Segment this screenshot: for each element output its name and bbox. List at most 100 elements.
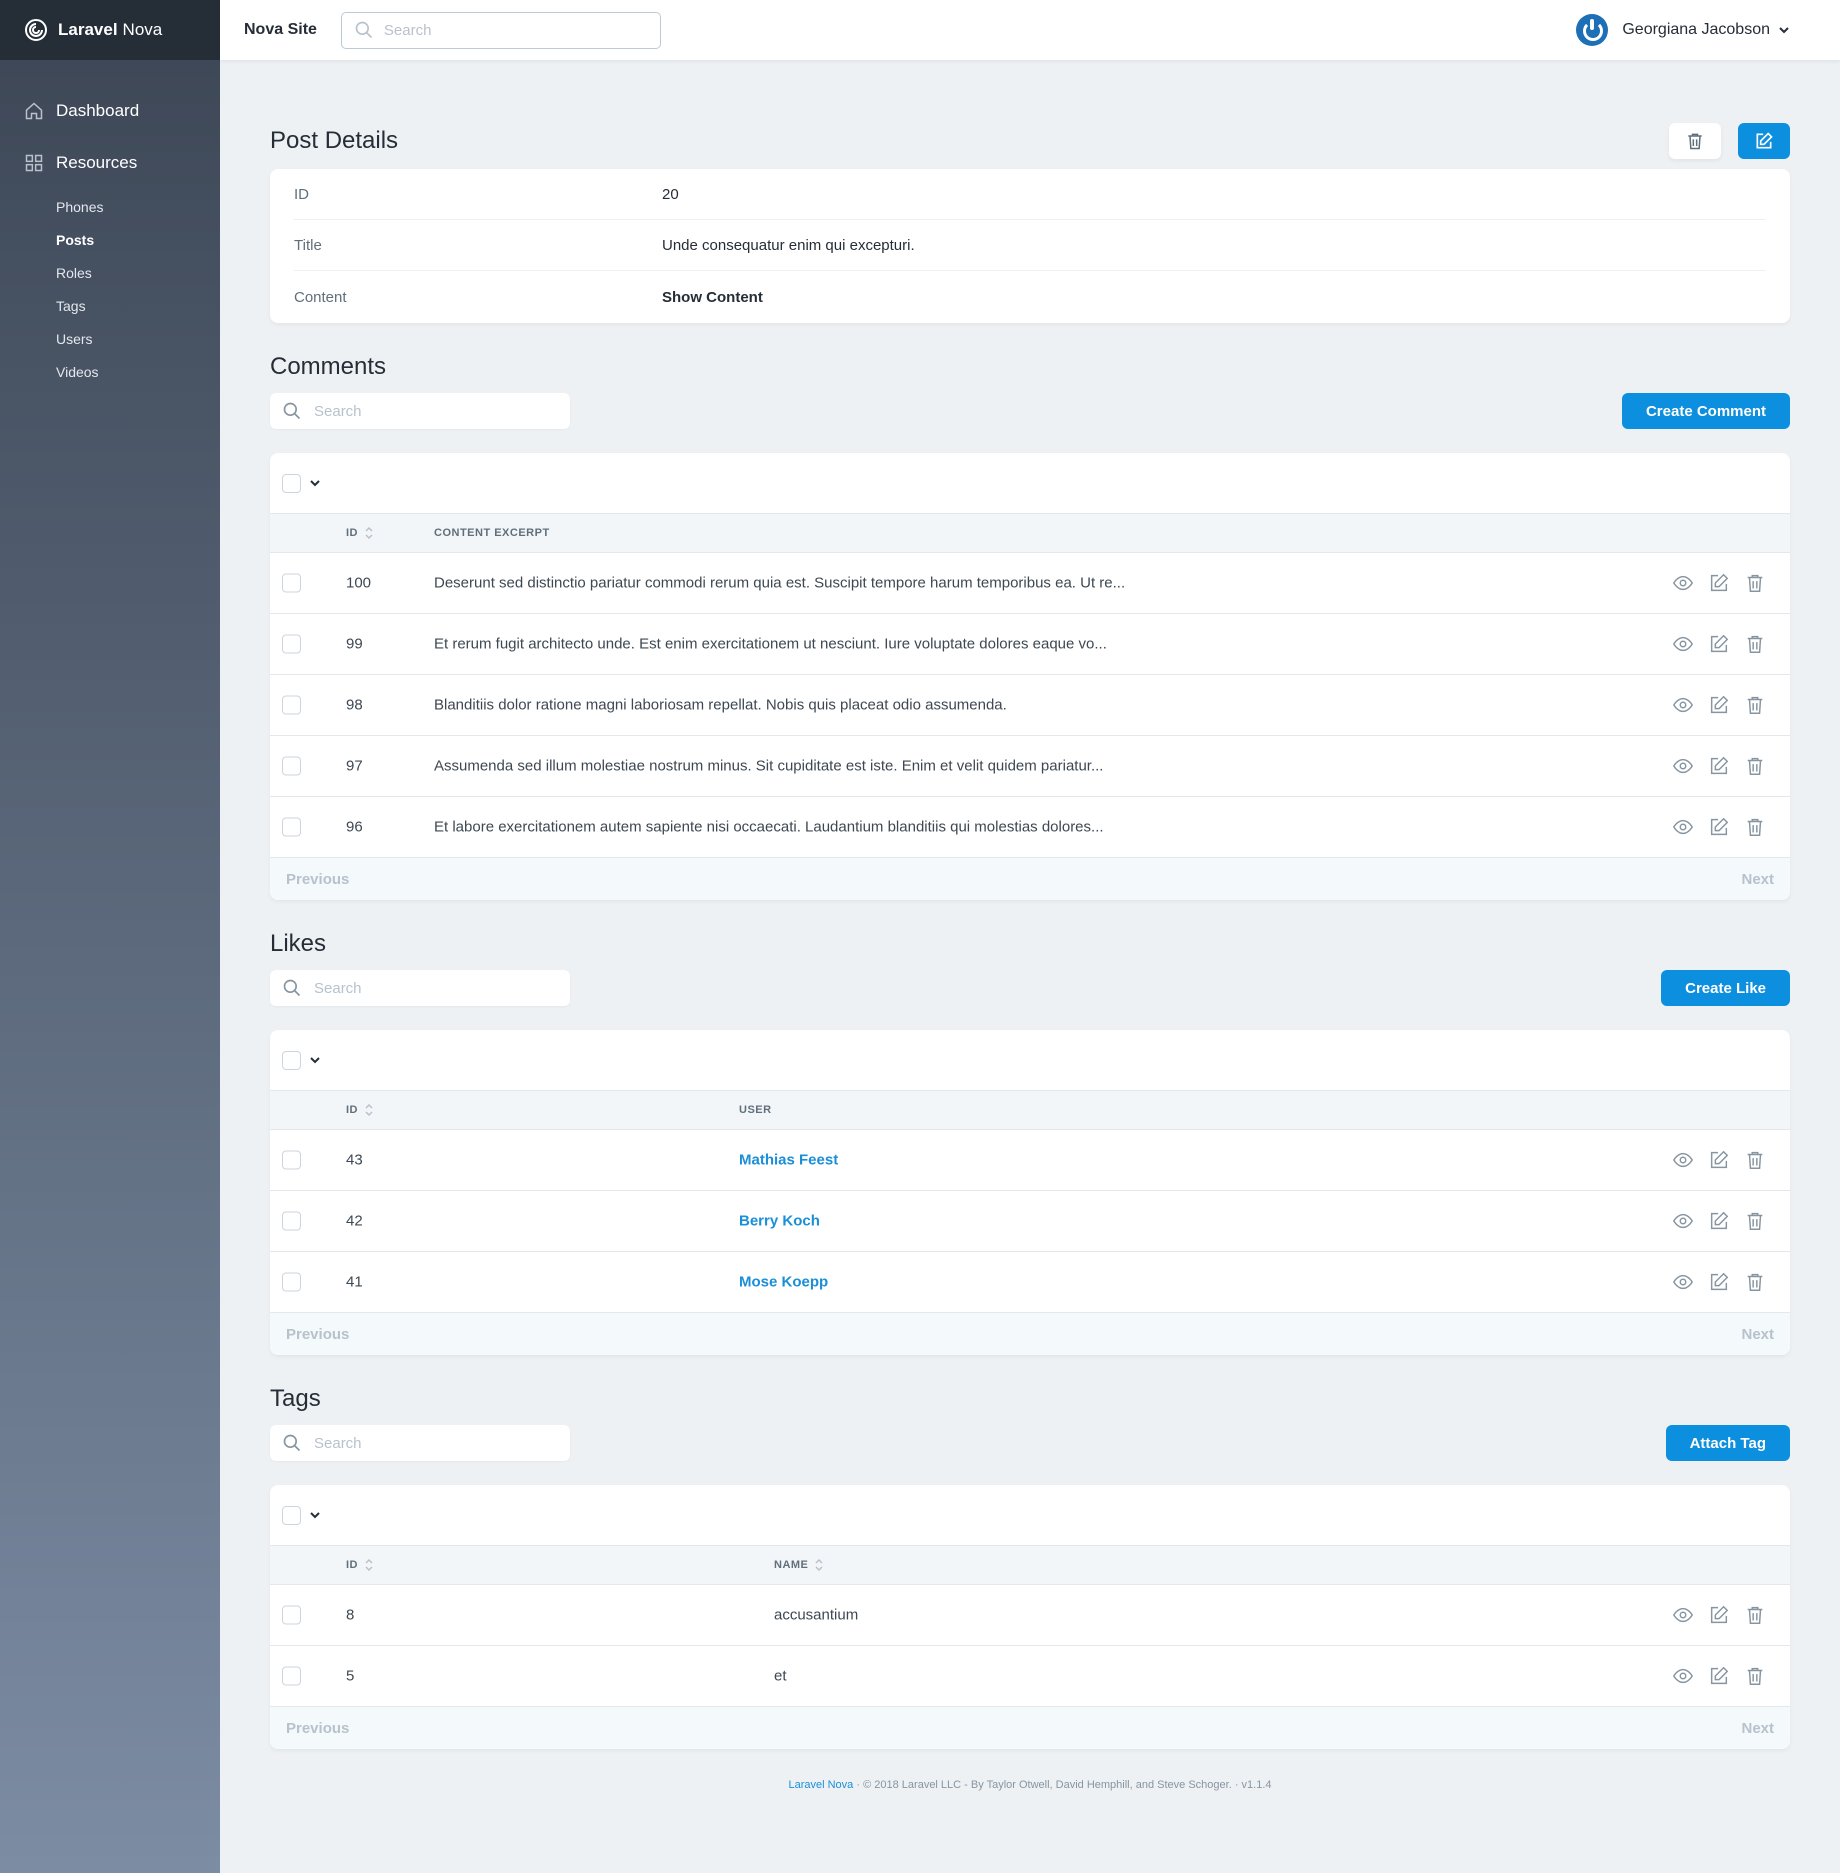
trash-icon[interactable]: [1744, 572, 1766, 594]
trash-icon[interactable]: [1744, 1604, 1766, 1626]
select-all-checkbox[interactable]: [282, 1050, 301, 1070]
select-all-checkbox[interactable]: [282, 473, 301, 493]
brand[interactable]: Laravel Nova: [0, 0, 220, 60]
eye-icon[interactable]: [1672, 1149, 1694, 1171]
eye-icon[interactable]: [1672, 816, 1694, 838]
trash-icon[interactable]: [1744, 1149, 1766, 1171]
footer-text: © 2018 Laravel LLC - By Taylor Otwell, D…: [863, 1779, 1232, 1791]
next-button[interactable]: Next: [1741, 1326, 1774, 1343]
table-row[interactable]: 5 et: [270, 1646, 1790, 1707]
site-name[interactable]: Nova Site: [244, 21, 317, 39]
table-row[interactable]: 43 Mathias Feest: [270, 1130, 1790, 1191]
row-excerpt: Et labore exercitationem autem sapiente …: [434, 818, 1104, 836]
row-checkbox[interactable]: [282, 1666, 301, 1686]
table-row[interactable]: 96 Et labore exercitationem autem sapien…: [270, 797, 1790, 858]
chevron-down-icon[interactable]: [309, 1509, 321, 1521]
row-checkbox[interactable]: [282, 1272, 301, 1292]
edit-icon[interactable]: [1708, 1149, 1730, 1171]
row-checkbox[interactable]: [282, 695, 301, 715]
row-checkbox[interactable]: [282, 756, 301, 776]
table-row[interactable]: 41 Mose Koepp: [270, 1252, 1790, 1313]
previous-button[interactable]: Previous: [286, 1326, 349, 1343]
user-link[interactable]: Mathias Feest: [739, 1152, 838, 1169]
user-link[interactable]: Berry Koch: [739, 1213, 820, 1230]
trash-icon[interactable]: [1744, 1210, 1766, 1232]
sidebar-item-phones[interactable]: Phones: [0, 190, 220, 223]
eye-icon[interactable]: [1672, 1604, 1694, 1626]
row-checkbox[interactable]: [282, 634, 301, 654]
eye-icon[interactable]: [1672, 1271, 1694, 1293]
row-id: 5: [346, 1667, 355, 1685]
column-header-id[interactable]: ID: [346, 1559, 374, 1571]
home-icon: [25, 102, 43, 120]
create-like-button[interactable]: Create Like: [1661, 970, 1790, 1006]
table-row[interactable]: 99 Et rerum fugit architecto unde. Est e…: [270, 614, 1790, 675]
edit-icon[interactable]: [1708, 1604, 1730, 1626]
delete-button[interactable]: [1668, 123, 1721, 159]
previous-button[interactable]: Previous: [286, 1720, 349, 1737]
edit-icon[interactable]: [1708, 1271, 1730, 1293]
edit-icon[interactable]: [1708, 1665, 1730, 1687]
main-content: Post Details ID 20 Title Unde consequatu…: [270, 60, 1790, 1791]
trash-icon[interactable]: [1744, 816, 1766, 838]
row-checkbox[interactable]: [282, 573, 301, 593]
detail-row-content: Content Show Content: [294, 271, 1766, 323]
previous-button[interactable]: Previous: [286, 871, 349, 888]
search-icon: [283, 1434, 301, 1452]
user-link[interactable]: Mose Koepp: [739, 1274, 828, 1291]
trash-icon[interactable]: [1744, 694, 1766, 716]
table-row[interactable]: 42 Berry Koch: [270, 1191, 1790, 1252]
edit-icon[interactable]: [1708, 633, 1730, 655]
edit-icon[interactable]: [1708, 1210, 1730, 1232]
show-content-link[interactable]: Show Content: [662, 289, 763, 306]
nova-logo-icon: [25, 19, 47, 41]
next-button[interactable]: Next: [1741, 1720, 1774, 1737]
table-row[interactable]: 8 accusantium: [270, 1585, 1790, 1646]
likes-search-input[interactable]: Search: [270, 970, 570, 1006]
footer-link[interactable]: Laravel Nova: [788, 1779, 853, 1791]
table-row[interactable]: 97 Assumenda sed illum molestiae nostrum…: [270, 736, 1790, 797]
attach-tag-button[interactable]: Attach Tag: [1665, 1425, 1790, 1461]
select-all-checkbox[interactable]: [282, 1505, 301, 1525]
sidebar-item-roles[interactable]: Roles: [0, 256, 220, 289]
edit-icon[interactable]: [1708, 755, 1730, 777]
trash-icon[interactable]: [1744, 1271, 1766, 1293]
edit-icon[interactable]: [1708, 694, 1730, 716]
user-menu[interactable]: Georgiana Jacobson: [1576, 14, 1790, 46]
edit-icon[interactable]: [1708, 816, 1730, 838]
row-checkbox[interactable]: [282, 1605, 301, 1625]
eye-icon[interactable]: [1672, 1665, 1694, 1687]
table-row[interactable]: 100 Deserunt sed distinctio pariatur com…: [270, 553, 1790, 614]
row-checkbox[interactable]: [282, 1150, 301, 1170]
eye-icon[interactable]: [1672, 694, 1694, 716]
sidebar-item-dashboard[interactable]: Dashboard: [0, 90, 220, 132]
column-header-name[interactable]: NAME: [774, 1559, 824, 1571]
trash-icon[interactable]: [1744, 755, 1766, 777]
chevron-down-icon[interactable]: [309, 477, 321, 489]
create-comment-button[interactable]: Create Comment: [1621, 393, 1790, 429]
eye-icon[interactable]: [1672, 633, 1694, 655]
eye-icon[interactable]: [1672, 1210, 1694, 1232]
row-checkbox[interactable]: [282, 817, 301, 837]
sidebar-item-tags[interactable]: Tags: [0, 289, 220, 322]
sidebar-item-videos[interactable]: Videos: [0, 355, 220, 388]
row-actions: [1658, 1665, 1766, 1687]
global-search-input[interactable]: Search: [340, 11, 661, 49]
trash-icon[interactable]: [1744, 633, 1766, 655]
eye-icon[interactable]: [1672, 755, 1694, 777]
trash-icon[interactable]: [1744, 1665, 1766, 1687]
tags-search-input[interactable]: Search: [270, 1425, 570, 1461]
comments-search-input[interactable]: Search: [270, 393, 570, 429]
table-row[interactable]: 98 Blanditiis dolor ratione magni labori…: [270, 675, 1790, 736]
column-header-id[interactable]: ID: [346, 527, 374, 539]
sidebar-item-users[interactable]: Users: [0, 322, 220, 355]
next-button[interactable]: Next: [1741, 871, 1774, 888]
chevron-down-icon[interactable]: [309, 1054, 321, 1066]
column-header-id[interactable]: ID: [346, 1104, 374, 1116]
edit-icon[interactable]: [1708, 572, 1730, 594]
row-checkbox[interactable]: [282, 1211, 301, 1231]
edit-button[interactable]: [1738, 123, 1790, 159]
eye-icon[interactable]: [1672, 572, 1694, 594]
sidebar-item-posts[interactable]: Posts: [0, 223, 220, 256]
column-header-user: USER: [739, 1104, 772, 1116]
